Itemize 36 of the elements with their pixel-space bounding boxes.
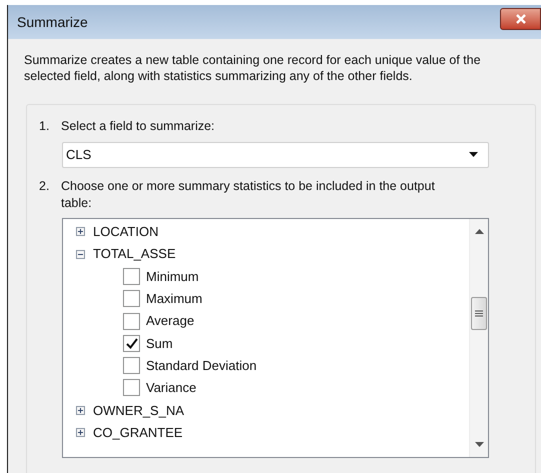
checkbox[interactable] <box>123 268 140 285</box>
collapse-icon[interactable] <box>76 250 85 259</box>
grip-icon <box>475 310 483 317</box>
scrollbar-thumb[interactable] <box>471 296 487 330</box>
tree-item[interactable]: OWNER_S_NA <box>93 400 184 420</box>
statistic-label: Variance <box>146 379 196 398</box>
checkbox[interactable] <box>123 312 140 330</box>
statistic-label: Maximum <box>146 290 202 308</box>
expand-icon[interactable] <box>76 428 85 438</box>
checkbox[interactable] <box>123 357 140 374</box>
step-number: 1. <box>39 118 50 135</box>
checkbox[interactable] <box>123 290 140 308</box>
expand-icon[interactable] <box>76 227 85 236</box>
checkmark-icon <box>126 338 138 349</box>
step-label: Choose one or more summary statistics to be included in the output table: <box>61 178 436 212</box>
window-title: Summarize <box>17 12 88 32</box>
checkbox[interactable] <box>123 379 140 396</box>
field-dropdown[interactable]: CLS <box>62 142 489 168</box>
scroll-down-icon[interactable] <box>474 442 484 447</box>
vertical-scrollbar[interactable] <box>469 218 488 457</box>
statistic-label: Average <box>146 312 194 330</box>
step-number: 2. <box>39 178 50 195</box>
statistic-label: Minimum <box>146 268 199 286</box>
expand-icon[interactable] <box>76 406 85 415</box>
checkbox[interactable] <box>123 334 140 352</box>
tree-item[interactable]: TOTAL_ASSE <box>93 244 176 264</box>
scroll-up-icon[interactable] <box>474 228 484 234</box>
description-text: Summarize creates a new table containing one record for each unique value of the selected field, along with statistics summarizing any of the other fields. <box>24 52 482 84</box>
statistic-label: Sum <box>146 334 173 353</box>
step-label: Select a field to summarize: <box>61 118 215 135</box>
dropdown-arrow-icon <box>469 152 478 158</box>
statistic-label: Standard Deviation <box>146 356 257 375</box>
close-button[interactable] <box>500 8 541 30</box>
close-icon <box>514 14 526 24</box>
tree-item[interactable]: CO_GRANTEE <box>93 422 183 442</box>
tree-item[interactable]: LOCATION <box>93 222 158 242</box>
